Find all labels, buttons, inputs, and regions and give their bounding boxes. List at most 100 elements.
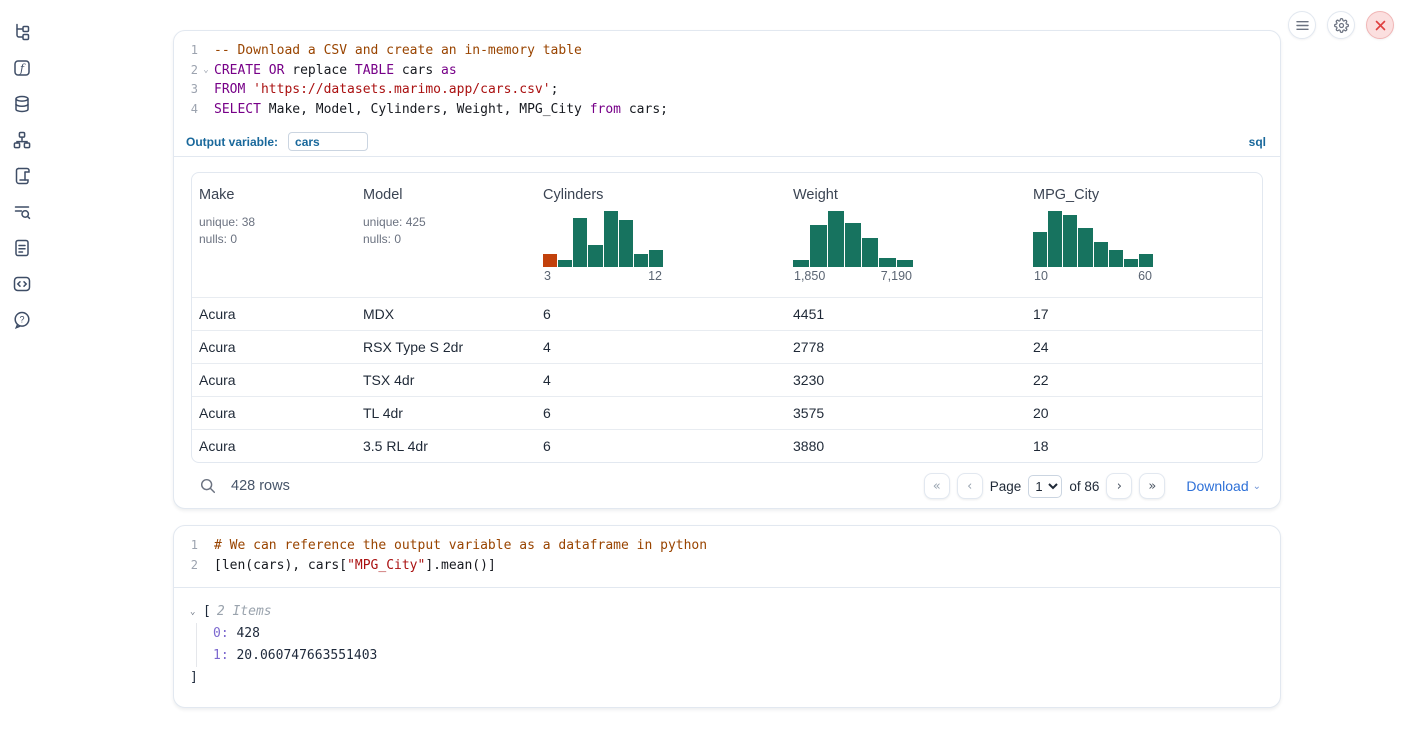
help-icon[interactable]: ? [12, 310, 32, 330]
sql-cell-output: Make unique: 38nulls: 0Modelunique: 425nu… [174, 157, 1280, 508]
histogram-bar [828, 211, 844, 267]
column-name: Weight [793, 187, 1026, 203]
line-number: 2 [174, 556, 198, 576]
snippets-icon[interactable] [12, 274, 32, 294]
next-page-button[interactable]: › [1106, 473, 1132, 499]
close-icon [1375, 20, 1386, 31]
tree-entries: 0: 4281: 20.060747663551403 [196, 623, 1264, 667]
settings-button[interactable] [1327, 11, 1355, 39]
dependency-graph-icon[interactable] [12, 130, 32, 150]
table-row[interactable]: AcuraTSX 4dr4323022 [192, 363, 1262, 396]
histogram-bar [649, 250, 663, 267]
output-variable-label: Output variable: [186, 135, 278, 149]
output-variable-input[interactable] [288, 132, 368, 151]
tree-entry-key: 0: [213, 626, 229, 641]
table-cell: 17 [1026, 306, 1262, 322]
language-badge: sql [1249, 135, 1266, 149]
table-cell: 3230 [786, 372, 1026, 388]
histogram-bar [879, 258, 895, 267]
table-row[interactable]: AcuraRSX Type S 2dr4277824 [192, 330, 1262, 363]
table-cell: 6 [536, 405, 786, 421]
column-header[interactable]: Modelunique: 425nulls: 0 [356, 187, 536, 289]
column-histogram[interactable]: 1,8507,190 [793, 211, 913, 283]
code-line[interactable]: 1# We can reference the output variable … [174, 536, 1280, 556]
table-cell: Acura [192, 306, 356, 322]
histogram-bar [1109, 250, 1123, 267]
column-stats: unique: 38nulls: 0 [199, 214, 356, 247]
line-number: 1 [174, 536, 198, 556]
table-cell: Acura [192, 438, 356, 454]
histogram-bar [810, 225, 826, 267]
histogram-bar [862, 238, 878, 267]
output-tree: ⌄ [ 2 Items 0: 4281: 20.060747663551403 … [174, 588, 1280, 707]
column-header[interactable]: MPG_City1060 [1026, 187, 1262, 289]
histogram-bar [1139, 254, 1153, 267]
fold-gutter [198, 536, 214, 556]
histogram-bar [897, 260, 913, 267]
table-row[interactable]: AcuraMDX6445117 [192, 297, 1262, 330]
pagination: « ‹ Page 1 of 86 › » Download ⌄ [924, 473, 1261, 499]
table-cell: 4451 [786, 306, 1026, 322]
code-line[interactable]: 3FROM 'https://datasets.marimo.app/cars.… [174, 80, 1280, 100]
python-cell: 1# We can reference the output variable … [173, 525, 1281, 708]
histogram-bar [1048, 211, 1062, 267]
column-header[interactable]: Make unique: 38nulls: 0 [192, 187, 356, 289]
logs-icon[interactable] [12, 166, 32, 186]
table-cell: 6 [536, 438, 786, 454]
code-line[interactable]: 2[len(cars), cars["MPG_City"].mean()] [174, 556, 1280, 576]
column-header[interactable]: Cylinders312 [536, 187, 786, 289]
table-row[interactable]: Acura3.5 RL 4dr6388018 [192, 429, 1262, 462]
table-cell: MDX [356, 306, 536, 322]
first-page-button[interactable]: « [924, 473, 950, 499]
fold-gutter [198, 80, 214, 100]
tree-entry-value: 428 [229, 626, 260, 641]
scratchpad-icon[interactable]: f [12, 58, 32, 78]
last-page-button[interactable]: » [1139, 473, 1165, 499]
python-code-editor[interactable]: 1# We can reference the output variable … [174, 526, 1280, 587]
column-header[interactable]: Weight 1,8507,190 [786, 187, 1026, 289]
table-of-contents-icon[interactable] [12, 202, 32, 222]
table-cell: TSX 4dr [356, 372, 536, 388]
table-cell: 6 [536, 306, 786, 322]
download-button[interactable]: Download ⌄ [1186, 478, 1261, 494]
column-histogram[interactable]: 1060 [1033, 211, 1153, 283]
table-cell: 3575 [786, 405, 1026, 421]
line-number: 3 [174, 80, 198, 100]
column-histogram[interactable]: 312 [543, 211, 663, 283]
histogram-bar [558, 260, 572, 267]
histogram-axis: 1060 [1033, 269, 1153, 283]
histogram-bar [793, 260, 809, 267]
line-number: 1 [174, 41, 198, 61]
table-cell: Acura [192, 339, 356, 355]
table-cell: 22 [1026, 372, 1262, 388]
table-row[interactable]: AcuraTL 4dr6357520 [192, 396, 1262, 429]
line-number: 4 [174, 100, 198, 120]
datasources-icon[interactable] [12, 94, 32, 114]
fold-chevron-icon[interactable]: ⌄ [198, 61, 214, 81]
histogram-bar [1033, 232, 1047, 267]
sql-code-editor[interactable]: 1-- Download a CSV and create an in-memo… [174, 31, 1280, 131]
code-line[interactable]: 4SELECT Make, Model, Cylinders, Weight, … [174, 100, 1280, 120]
column-name: Make [199, 187, 356, 203]
column-name: Model [363, 187, 536, 203]
sidebar: f [0, 0, 44, 729]
documentation-icon[interactable] [12, 238, 32, 258]
page-label: Page [990, 479, 1022, 494]
histogram-bar [634, 254, 648, 267]
prev-page-button[interactable]: ‹ [957, 473, 983, 499]
code-line[interactable]: 2⌄CREATE OR replace TABLE cars as [174, 61, 1280, 81]
search-icon[interactable] [199, 477, 217, 495]
sql-cell: 1-- Download a CSV and create an in-memo… [173, 30, 1281, 509]
page-select[interactable]: 1 [1028, 475, 1062, 498]
tree-collapse-chevron-icon[interactable]: ⌄ [190, 601, 203, 623]
topbar [1288, 11, 1394, 39]
code-line[interactable]: 1-- Download a CSV and create an in-memo… [174, 41, 1280, 61]
table-cell: 4 [536, 339, 786, 355]
table-cell: 20 [1026, 405, 1262, 421]
fold-gutter [198, 100, 214, 120]
histogram-bar [573, 218, 587, 267]
row-count: 428 rows [231, 478, 290, 494]
shutdown-button[interactable] [1366, 11, 1394, 39]
menu-button[interactable] [1288, 11, 1316, 39]
file-explorer-icon[interactable] [12, 22, 32, 42]
